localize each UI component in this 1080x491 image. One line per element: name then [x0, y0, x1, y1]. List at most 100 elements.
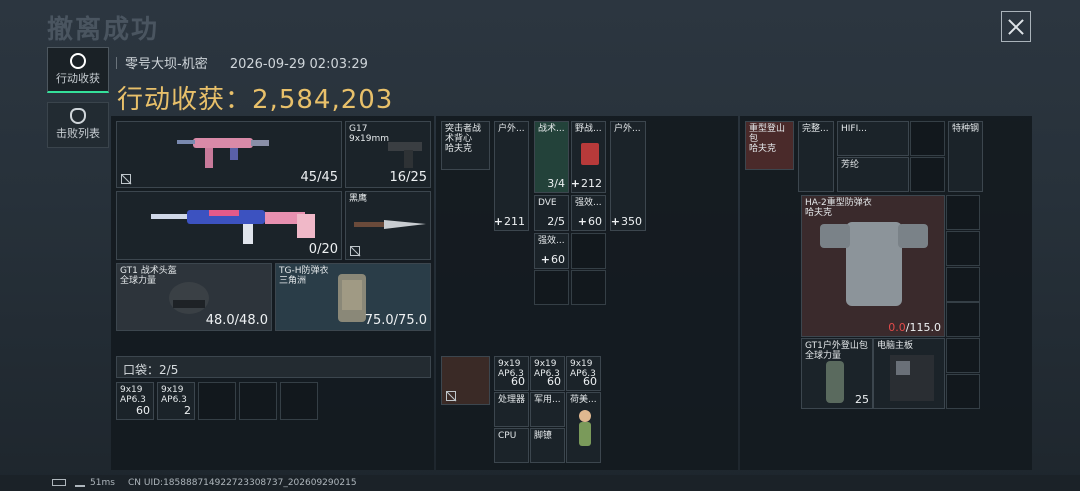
- weapon-slot-melee[interactable]: 黑鹰: [345, 191, 431, 260]
- backpack-item-label: 芳纶: [841, 160, 860, 170]
- rifle-ammo: 0/20: [308, 242, 338, 257]
- smg-image: [177, 138, 269, 168]
- case-item-label: 军用...: [534, 395, 561, 405]
- armor-item[interactable]: HA-2重型防弹衣 哈夫克 0.0/115.0: [801, 195, 945, 337]
- empty-slot[interactable]: [571, 233, 606, 269]
- backpack-item[interactable]: 完整...: [798, 121, 834, 192]
- empty-slot[interactable]: [946, 195, 980, 230]
- close-icon[interactable]: [1001, 11, 1031, 42]
- case-item[interactable]: 9x19 AP6.3 60: [566, 356, 601, 391]
- no-lock-icon: [121, 174, 131, 184]
- sidearm-ammo: 16/25: [389, 170, 427, 185]
- map-name: 零号大坝-机密: [125, 57, 208, 72]
- backpack-item[interactable]: 芳纶: [837, 157, 909, 192]
- rig-item[interactable]: 强效... +60: [571, 195, 606, 231]
- case-item[interactable]: 荷美...: [566, 392, 601, 463]
- backpack-item[interactable]: HIFI...: [837, 121, 909, 156]
- page-title: 撤离成功: [47, 15, 160, 45]
- case-item-qty: 60: [511, 375, 525, 388]
- backpack-slot[interactable]: 重型登山包 哈夫克: [745, 121, 794, 170]
- raid-info: 零号大坝-机密 2026-09-29 02:03:29: [116, 53, 368, 72]
- empty-slot[interactable]: [198, 382, 236, 420]
- melee-name: 黑鹰: [349, 194, 368, 204]
- rig-item-label: 户外...: [498, 124, 525, 134]
- rig-item[interactable]: 户外... +211: [494, 121, 529, 231]
- empty-slot[interactable]: [534, 270, 569, 305]
- rig-item[interactable]: DVE 2/5: [534, 195, 569, 231]
- target-icon: [70, 53, 86, 69]
- pocket-item-qty: 60: [136, 404, 150, 417]
- harvest-total: 行动收获：2,584,203: [117, 79, 393, 116]
- backpack-item[interactable]: GT1户外登山包 全球力量 25: [801, 338, 873, 409]
- rig-item-label: 强效...: [538, 236, 565, 246]
- skull-icon: [70, 108, 86, 124]
- case-item[interactable]: 处理器: [494, 392, 529, 427]
- pocket-item-label: 9x19 AP6.3: [120, 385, 146, 405]
- case-item[interactable]: 9x19 AP6.3 60: [530, 356, 565, 391]
- heavy-armor-image: [820, 222, 928, 306]
- backpack-item-label: 特种钢: [952, 124, 980, 134]
- backpack-item[interactable]: 特种钢: [948, 121, 983, 192]
- rig-item-qty: 2/5: [547, 215, 565, 228]
- case-item-qty: 60: [583, 375, 597, 388]
- weapon-slot-primary-2[interactable]: 0/20: [116, 191, 342, 260]
- pocket-header: 口袋：2/5: [116, 356, 431, 378]
- case-item[interactable]: 脚镣: [530, 428, 565, 463]
- pocket-item-label: 9x19 AP6.3: [161, 385, 187, 405]
- rig-item[interactable]: 野战... +212: [571, 121, 606, 193]
- backpack-slot-label: 重型登山包 哈夫克: [749, 124, 786, 154]
- pocket-item-qty: 2: [184, 404, 191, 417]
- rig-item-label: 强效...: [575, 198, 602, 208]
- rig-item[interactable]: 强效... +60: [534, 233, 569, 269]
- weapon-slot-sidearm[interactable]: G17 9x19mm 16/25: [345, 121, 431, 188]
- rig-item-qty: 3/4: [547, 177, 565, 190]
- empty-slot[interactable]: [910, 157, 945, 192]
- case-item-qty: 60: [547, 375, 561, 388]
- case-item-label: 处理器: [498, 395, 526, 405]
- vest-slot[interactable]: 突击者战术背心 哈夫克: [441, 121, 490, 170]
- armor-item-durability: 0.0/115.0: [888, 321, 941, 334]
- empty-slot[interactable]: [946, 338, 980, 373]
- status-bar: 51ms CN UID:185888714922723308737_202609…: [0, 475, 1080, 491]
- signal-icon: [75, 478, 85, 487]
- weapon-slot-primary[interactable]: 45/45: [116, 121, 342, 188]
- empty-slot[interactable]: [910, 121, 945, 156]
- tab-harvest[interactable]: 行动收获: [47, 47, 109, 93]
- backpack-item[interactable]: 电脑主板: [873, 338, 945, 409]
- motherboard-image: [890, 355, 934, 401]
- armor-name: TG-H防弹衣 三角洲: [279, 266, 329, 286]
- pocket-item[interactable]: 9x19 AP6.3 60: [116, 382, 154, 420]
- backpack-item-label: GT1户外登山包 全球力量: [805, 341, 868, 361]
- ping: 51ms: [90, 478, 115, 488]
- rig-item-qty: +60: [577, 215, 602, 228]
- empty-slot[interactable]: [239, 382, 277, 420]
- case-item[interactable]: 军用...: [530, 392, 565, 427]
- case-item[interactable]: 9x19 AP6.3 60: [494, 356, 529, 391]
- rig-item-label: DVE: [538, 198, 557, 208]
- no-lock-icon: [446, 391, 456, 401]
- tab-kill-list-label: 击败列表: [56, 127, 100, 140]
- empty-slot[interactable]: [946, 267, 980, 302]
- rig-item-label: 战术...: [538, 124, 565, 134]
- pocket-item[interactable]: 9x19 AP6.3 2: [157, 382, 195, 420]
- backpack-image: [826, 361, 844, 403]
- case-item-label: 荷美...: [570, 395, 597, 405]
- helmet-slot[interactable]: GT1 战术头盔 全球力量 48.0/48.0: [116, 263, 272, 331]
- backpack-item-label: 完整...: [802, 124, 829, 134]
- empty-slot[interactable]: [280, 382, 318, 420]
- rig-item[interactable]: 战术... 3/4: [534, 121, 569, 193]
- empty-slot[interactable]: [946, 231, 980, 266]
- armor-slot[interactable]: TG-H防弹衣 三角洲 75.0/75.0: [275, 263, 431, 331]
- rig-item[interactable]: 户外... +350: [610, 121, 646, 231]
- pocket-label: 口袋：2/5: [123, 363, 179, 377]
- tab-kill-list[interactable]: 击败列表: [47, 102, 109, 148]
- player-uid: CN UID:185888714922723308737_20260929021…: [128, 478, 357, 488]
- tab-harvest-label: 行动收获: [56, 72, 100, 85]
- safe-case-slot[interactable]: [441, 356, 490, 405]
- case-item[interactable]: CPU: [494, 428, 529, 463]
- empty-slot[interactable]: [946, 374, 980, 409]
- empty-slot[interactable]: [946, 302, 980, 337]
- rig-item-qty: +60: [540, 253, 565, 266]
- empty-slot[interactable]: [571, 270, 606, 305]
- no-lock-icon: [350, 246, 360, 256]
